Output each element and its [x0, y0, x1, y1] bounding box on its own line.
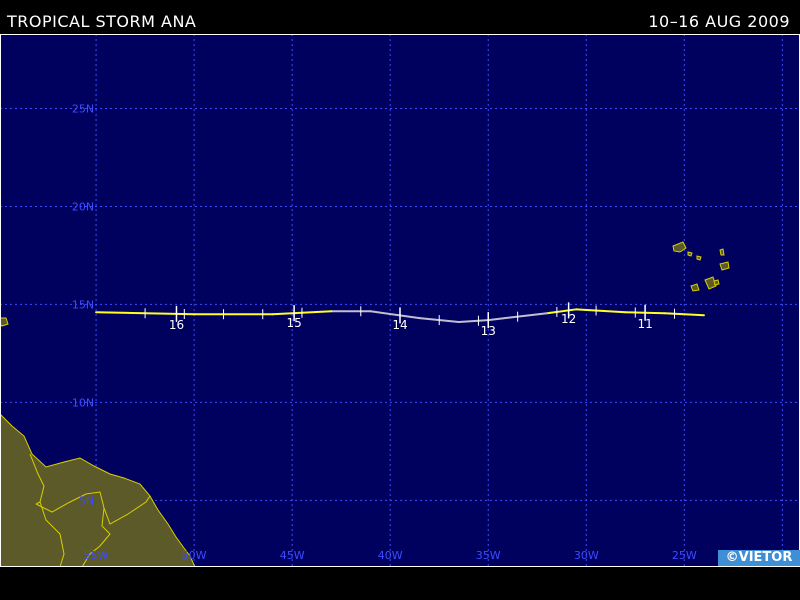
- map-title: TROPICAL STORM ANA: [7, 12, 197, 31]
- map-canvas: 25N20N15N10N5N55W50W45W40W35W30W25W20W 1…: [0, 34, 800, 567]
- longitude-label: 25W: [672, 549, 697, 562]
- latitude-label: 10N: [72, 396, 94, 409]
- cape-verde-island-4: [719, 248, 725, 256]
- cape-verde-island-8: [713, 279, 720, 286]
- island-small: [0, 317, 9, 327]
- latitude-label: 25N: [72, 102, 94, 115]
- longitude-label: 40W: [378, 549, 403, 562]
- day-label: 16: [169, 318, 184, 332]
- cape-verde-island-5: [719, 261, 730, 271]
- day-label: 14: [392, 318, 407, 332]
- latitude-label: 20N: [72, 200, 94, 213]
- date-range: 10–16 AUG 2009: [648, 12, 790, 31]
- day-label: 13: [481, 324, 496, 338]
- day-label: 15: [286, 316, 301, 330]
- day-label: 12: [561, 312, 576, 326]
- longitude-label: 30W: [574, 549, 599, 562]
- cape-verde-island-2: [687, 251, 693, 257]
- latitude-label: 5N: [79, 494, 94, 507]
- cape-verde-island-3: [696, 255, 702, 261]
- longitude-label: 35W: [476, 549, 501, 562]
- longitude-label: 50W: [182, 549, 207, 562]
- track-map: 25N20N15N10N5N55W50W45W40W35W30W25W20W 1…: [0, 34, 800, 567]
- day-label: 11: [637, 317, 652, 331]
- longitude-label: 55W: [84, 549, 109, 562]
- longitude-label: 45W: [280, 549, 305, 562]
- latitude-label: 15N: [72, 298, 94, 311]
- credit-badge: ©VIETOR: [718, 550, 800, 566]
